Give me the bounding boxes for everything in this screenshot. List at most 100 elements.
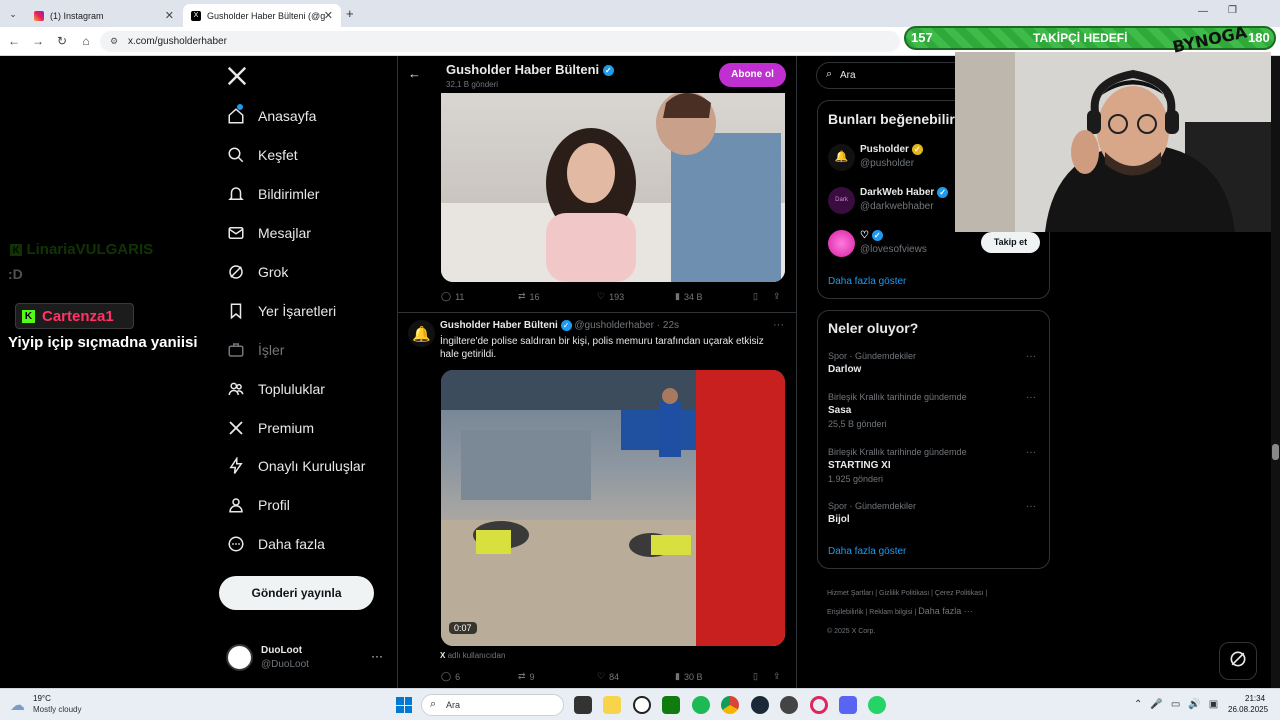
nav-item-jobs[interactable]: İşler xyxy=(226,335,284,365)
photo-illustration xyxy=(441,93,785,282)
reply-icon: ◯ xyxy=(441,291,452,301)
nav-item-communities[interactable]: Topluluklar xyxy=(226,374,325,404)
search-box[interactable]: ⌕ Ara xyxy=(816,62,976,89)
subscribe-button[interactable]: Abone ol xyxy=(719,63,786,87)
url-field[interactable]: ⚙ x.com/gusholderhaber xyxy=(100,31,900,52)
retweet-button[interactable]: ⇄ 9 xyxy=(518,671,535,682)
xbox-icon[interactable] xyxy=(662,696,680,714)
system-tray[interactable]: ⌃🎤▭🔊▣ xyxy=(1134,699,1226,710)
share-icon[interactable]: ⇪ xyxy=(773,291,781,302)
reply-button[interactable]: ◯ 11 xyxy=(441,291,464,302)
x-logo-icon[interactable] xyxy=(226,65,248,87)
footer-link[interactable]: Hizmet Şartları xyxy=(827,590,873,597)
minimize-button[interactable]: — xyxy=(1198,6,1208,17)
tab-instagram[interactable]: (1) Instagram ✕ xyxy=(26,4,182,27)
reply-button[interactable]: ◯ 6 xyxy=(441,671,460,682)
trend-more-icon[interactable]: ··· xyxy=(1026,351,1036,362)
maximize-button[interactable]: ❐ xyxy=(1228,5,1237,16)
retweet-button[interactable]: ⇄ 16 xyxy=(518,291,540,302)
bell-icon xyxy=(226,184,246,204)
nav-item-notifications[interactable]: Bildirimler xyxy=(226,179,319,209)
sticky-notes-icon[interactable] xyxy=(603,696,621,714)
chatgpt-icon[interactable] xyxy=(633,696,651,714)
show-more-link[interactable]: Daha fazla göster xyxy=(828,546,906,557)
views-button[interactable]: ▮ 34 B xyxy=(675,291,702,302)
scrollbar-thumb[interactable] xyxy=(1272,444,1279,460)
tweet-video[interactable]: 0:07 xyxy=(441,370,785,646)
views-icon: ▮ xyxy=(675,671,680,681)
avatar: Dark xyxy=(828,187,855,214)
trend-more-icon[interactable]: ··· xyxy=(1026,501,1036,512)
tweet-more-icon[interactable]: ··· xyxy=(773,319,784,331)
discord-icon[interactable] xyxy=(839,696,857,714)
new-tab-button[interactable]: + xyxy=(346,6,354,21)
home-page-icon[interactable]: ⌂ xyxy=(78,33,94,49)
suggestion-item[interactable]: ♡ ✓ @lovesofviews Takip et xyxy=(828,230,1043,260)
views-button[interactable]: ▮ 30 B xyxy=(675,671,702,682)
tweet-avatar[interactable]: 🔔 xyxy=(408,320,435,347)
opera-icon[interactable] xyxy=(810,696,828,714)
grok-float-button[interactable] xyxy=(1219,642,1257,680)
nav-item-verified-orgs[interactable]: Onaylı Kuruluşlar xyxy=(226,451,365,481)
account-switcher[interactable]: DuoLoot @DuoLoot ··· xyxy=(226,643,386,673)
back-icon[interactable]: ← xyxy=(6,33,22,49)
reload-icon[interactable]: ↻ xyxy=(54,33,70,49)
trend-item[interactable]: Spor · Gündemdekiler Darlow ··· xyxy=(828,351,1043,375)
trend-item[interactable]: Birleşik Krallık tarihinde gündemde STAR… xyxy=(828,447,1043,484)
taskbar-search[interactable]: ⌕ Ara xyxy=(421,694,564,716)
nav-item-messages[interactable]: Mesajlar xyxy=(226,218,311,248)
home-icon xyxy=(226,106,246,126)
steam-icon[interactable] xyxy=(751,696,769,714)
footer-link[interactable]: Çerez Politikası xyxy=(935,590,984,597)
streamer-webcam xyxy=(955,52,1271,232)
tab-list-button[interactable]: ⌄ xyxy=(6,7,20,21)
bookmark-icon[interactable]: ▯ xyxy=(753,291,758,302)
footer-link[interactable]: Reklam bilgisi xyxy=(869,609,912,616)
like-button[interactable]: ♡ 193 xyxy=(597,291,624,302)
show-more-link[interactable]: Daha fazla göster xyxy=(828,276,906,287)
site-info-icon[interactable]: ⚙ xyxy=(110,31,118,52)
trend-item[interactable]: Spor · Gündemdekiler Bijol ··· xyxy=(828,501,1043,525)
bookmark-icon[interactable]: ▯ xyxy=(753,671,758,682)
nav-item-grok[interactable]: Grok xyxy=(226,257,288,287)
footer-link[interactable]: Erişilebilirlik xyxy=(827,609,864,616)
weather-widget[interactable]: ☁ 19°C Mostly cloudy xyxy=(10,694,120,716)
verified-badge-icon: ✓ xyxy=(937,187,949,198)
forward-icon[interactable]: → xyxy=(30,33,46,49)
whatsapp-icon[interactable] xyxy=(868,696,886,714)
nav-item-premium[interactable]: Premium xyxy=(226,413,314,443)
nav-item-profile[interactable]: Profil xyxy=(226,490,290,520)
search-icon xyxy=(226,145,246,165)
nav-item-bookmarks[interactable]: Yer İşaretleri xyxy=(226,296,336,326)
footer-link[interactable]: Daha fazla ··· xyxy=(918,606,973,616)
post-button[interactable]: Gönderi yayınla xyxy=(219,576,374,610)
nav-item-explore[interactable]: Keşfet xyxy=(226,140,298,170)
start-button[interactable] xyxy=(396,697,412,713)
share-icon[interactable]: ⇪ xyxy=(773,671,781,682)
follow-button[interactable]: Takip et xyxy=(981,232,1040,253)
browser-tab-bar: ⌄ (1) Instagram ✕ X Gusholder Haber Bült… xyxy=(0,0,1280,27)
heart-icon: ♡ xyxy=(597,671,606,681)
like-button[interactable]: ♡ 84 xyxy=(597,671,619,682)
alarm-icon: 🔔 xyxy=(412,325,431,343)
close-tab-icon[interactable]: ✕ xyxy=(165,9,174,22)
search-icon: ⌕ xyxy=(430,698,437,710)
close-tab-icon[interactable]: ✕ xyxy=(324,9,333,22)
back-arrow-icon[interactable]: ← xyxy=(408,66,421,81)
video-attribution[interactable]: X adlı kullanıcıdan xyxy=(440,651,505,660)
app-icon[interactable] xyxy=(780,696,798,714)
trend-more-icon[interactable]: ··· xyxy=(1026,392,1036,403)
tweet-image[interactable] xyxy=(441,93,785,282)
tab-x[interactable]: X Gusholder Haber Bülteni (@gus ✕ xyxy=(183,4,341,27)
page-scrollbar[interactable] xyxy=(1271,56,1280,688)
chrome-icon[interactable] xyxy=(721,696,739,714)
retweet-icon: ⇄ xyxy=(518,671,526,681)
account-more-icon[interactable]: ··· xyxy=(371,649,383,663)
trend-more-icon[interactable]: ··· xyxy=(1026,447,1036,458)
x-logo-icon xyxy=(226,418,246,438)
footer-link[interactable]: Gizlilik Politikası xyxy=(879,590,929,597)
task-view-icon[interactable] xyxy=(574,696,592,714)
spotify-icon[interactable] xyxy=(692,696,710,714)
trend-item[interactable]: Birleşik Krallık tarihinde gündemde Sasa… xyxy=(828,392,1043,429)
nav-item-more[interactable]: Daha fazla xyxy=(226,529,325,559)
